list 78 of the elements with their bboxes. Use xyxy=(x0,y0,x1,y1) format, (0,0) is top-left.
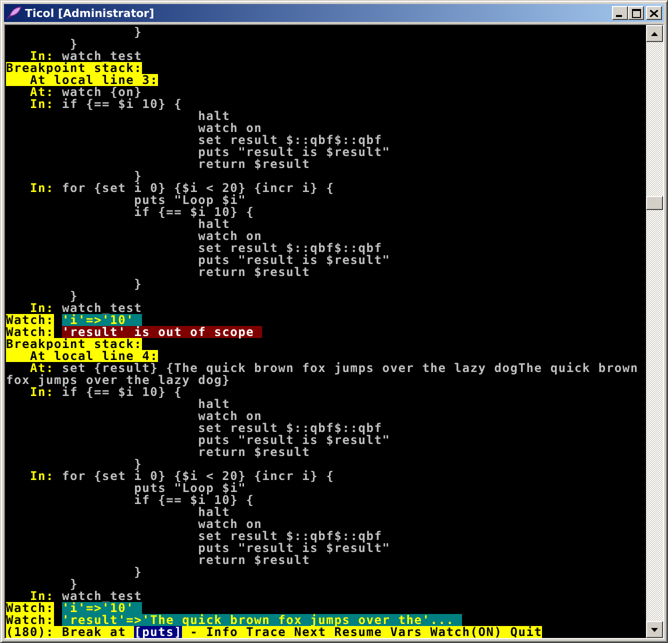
prompt-label: At: xyxy=(29,362,54,374)
watch-value: 'result'=>'The quick brown fox jumps over the'... xyxy=(62,614,462,626)
console-text: halt xyxy=(198,218,230,230)
console-text: watch on xyxy=(197,230,262,242)
console-text: set {result} {The quick brown fox jumps over the lazy dogThe quick brown xyxy=(62,362,638,374)
console-text: puts "result is $result" xyxy=(197,434,390,446)
console-text: } xyxy=(133,458,142,470)
window-title: Ticol [Administrator] xyxy=(25,6,156,20)
console-text: puts "Loop $i" xyxy=(133,482,246,494)
prompt-label: In: xyxy=(30,590,54,602)
banner-text: Watch: xyxy=(6,314,54,326)
error-message: 'result' is out of scope xyxy=(62,326,262,338)
console-text: watch_test xyxy=(61,590,142,602)
console-text: if {== $i 10} { xyxy=(133,206,254,218)
banner-text: Watch: xyxy=(6,602,54,614)
scroll-thumb[interactable] xyxy=(646,196,663,210)
console-text: for {set i 0} {$i < 20} {incr i} { xyxy=(61,470,334,482)
scrollbar[interactable] xyxy=(646,25,663,638)
console-text: watch_test xyxy=(61,302,142,314)
close-button[interactable] xyxy=(646,6,662,20)
banner-text: Breakpoint stack: xyxy=(6,62,142,74)
console-text: if {== $i 10} { xyxy=(62,386,182,398)
console-text: set result $::qbf$::qbf xyxy=(197,530,382,542)
banner-text: At local line 3: xyxy=(6,74,158,86)
console-text: halt xyxy=(197,398,230,410)
prompt-label: In: xyxy=(29,386,54,398)
console-text: puts "result is $result" xyxy=(197,542,390,554)
console-text: set result $::qbf$::qbf xyxy=(197,422,382,434)
prompt-label: In: xyxy=(29,182,54,194)
caret-down-icon xyxy=(651,628,658,632)
console-text: return $result xyxy=(197,266,310,278)
banner-text: Watch: xyxy=(6,614,54,626)
console-text: watch_test xyxy=(62,50,142,62)
console-text: return $result xyxy=(197,554,310,566)
banner-text: Watch: xyxy=(6,326,54,338)
console-text: halt xyxy=(198,506,230,518)
watch-value: 'i'=>'10' xyxy=(62,314,142,326)
banner-text: - Info Trace Next Resume Vars Watch(ON) Quit xyxy=(182,626,542,638)
console-text: } xyxy=(70,38,78,50)
console-text: watch on xyxy=(197,410,262,422)
console-text: set result $::qbf$::qbf xyxy=(197,242,382,254)
console-text: return $result xyxy=(197,158,310,170)
console-text: puts "result is $result" xyxy=(197,254,390,266)
console-text: watch on xyxy=(197,122,262,134)
console-text: fox jumps over the lazy dog} xyxy=(6,374,230,386)
prompt-label: In: xyxy=(29,98,54,110)
console-text: if {== $i 10} { xyxy=(133,494,254,506)
console-text: } xyxy=(70,578,78,590)
console-text: halt xyxy=(197,110,230,122)
banner-text: Breakpoint stack: xyxy=(6,338,142,350)
feather-icon xyxy=(6,6,22,20)
console-text: } xyxy=(133,170,142,182)
console-text: if {== $i 10} { xyxy=(61,98,182,110)
prompt-label: In: xyxy=(30,302,54,314)
prompt-label: At: xyxy=(29,86,54,98)
console-text: } xyxy=(133,26,142,38)
minimize-button[interactable] xyxy=(612,6,628,20)
console-text: watch {on} xyxy=(61,86,142,98)
console-text: set result $::qbf$::qbf xyxy=(197,134,382,146)
close-icon xyxy=(650,10,658,16)
maximize-button[interactable] xyxy=(628,6,644,20)
prompt-label: In: xyxy=(30,50,54,62)
console-text: watch on xyxy=(197,518,262,530)
console-text: } xyxy=(70,290,78,302)
banner-text: At local line 4: xyxy=(6,350,158,362)
console-text: for {set i 0} {$i < 20} {incr i} { xyxy=(61,182,334,194)
caret-up-icon xyxy=(651,32,658,36)
banner-text: (180): Break at xyxy=(6,626,134,638)
prompt-label: In: xyxy=(29,470,54,482)
console-text: } xyxy=(133,566,142,578)
scroll-up-button[interactable] xyxy=(646,25,663,42)
maximize-icon xyxy=(632,8,640,18)
watch-value: 'i'=>'10' xyxy=(62,602,142,614)
console-text: return $result xyxy=(197,446,310,458)
console-text: puts "result is $result" xyxy=(197,146,390,158)
console-text: puts "Loop $i" xyxy=(133,194,246,206)
scroll-down-button[interactable] xyxy=(646,621,663,638)
console-text: } xyxy=(133,278,142,290)
